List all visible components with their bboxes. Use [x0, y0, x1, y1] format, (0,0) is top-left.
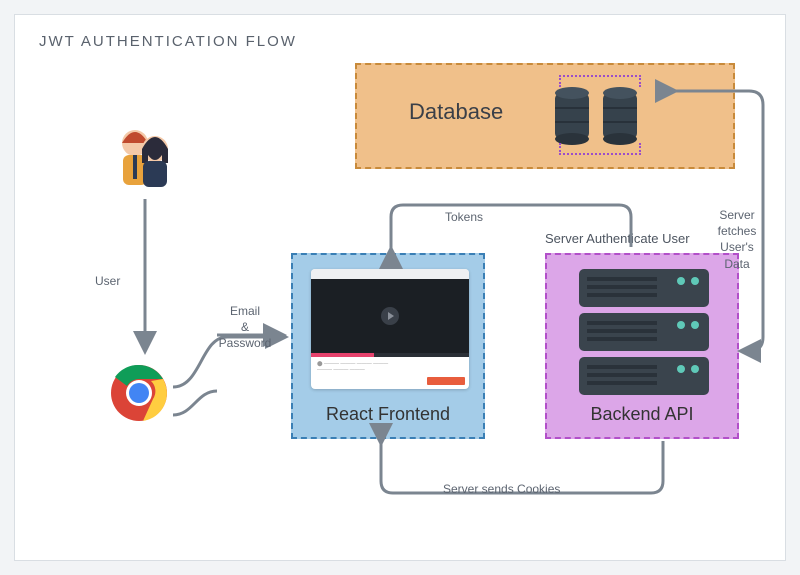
users-icon	[107, 119, 185, 197]
label-tokens: Tokens	[445, 209, 483, 225]
label-server-fetch: Server fetches User's Data	[709, 207, 765, 272]
arrow-user-to-browser	[137, 199, 157, 359]
label-user: User	[95, 273, 120, 289]
node-backend-label: Backend API	[547, 404, 737, 425]
node-frontend: ⬤ ——— ——— ——— —————— ——— ——— React Front…	[291, 253, 485, 439]
database-icon	[547, 83, 667, 153]
node-frontend-label: React Frontend	[293, 404, 483, 425]
node-database-label: Database	[409, 99, 503, 125]
label-cookies: Server sends Cookies	[443, 481, 560, 497]
arrow-tokens	[389, 199, 649, 259]
browser-mock-icon: ⬤ ——— ——— ——— —————— ——— ———	[311, 269, 469, 389]
diagram-canvas: JWT AUTHENTICATION FLOW Database ⬤ ——— —…	[14, 14, 786, 561]
chrome-icon	[109, 363, 169, 423]
arrow-cookies	[335, 439, 695, 509]
diagram-title: JWT AUTHENTICATION FLOW	[39, 33, 297, 50]
label-email-password: Email & Password	[213, 303, 277, 352]
